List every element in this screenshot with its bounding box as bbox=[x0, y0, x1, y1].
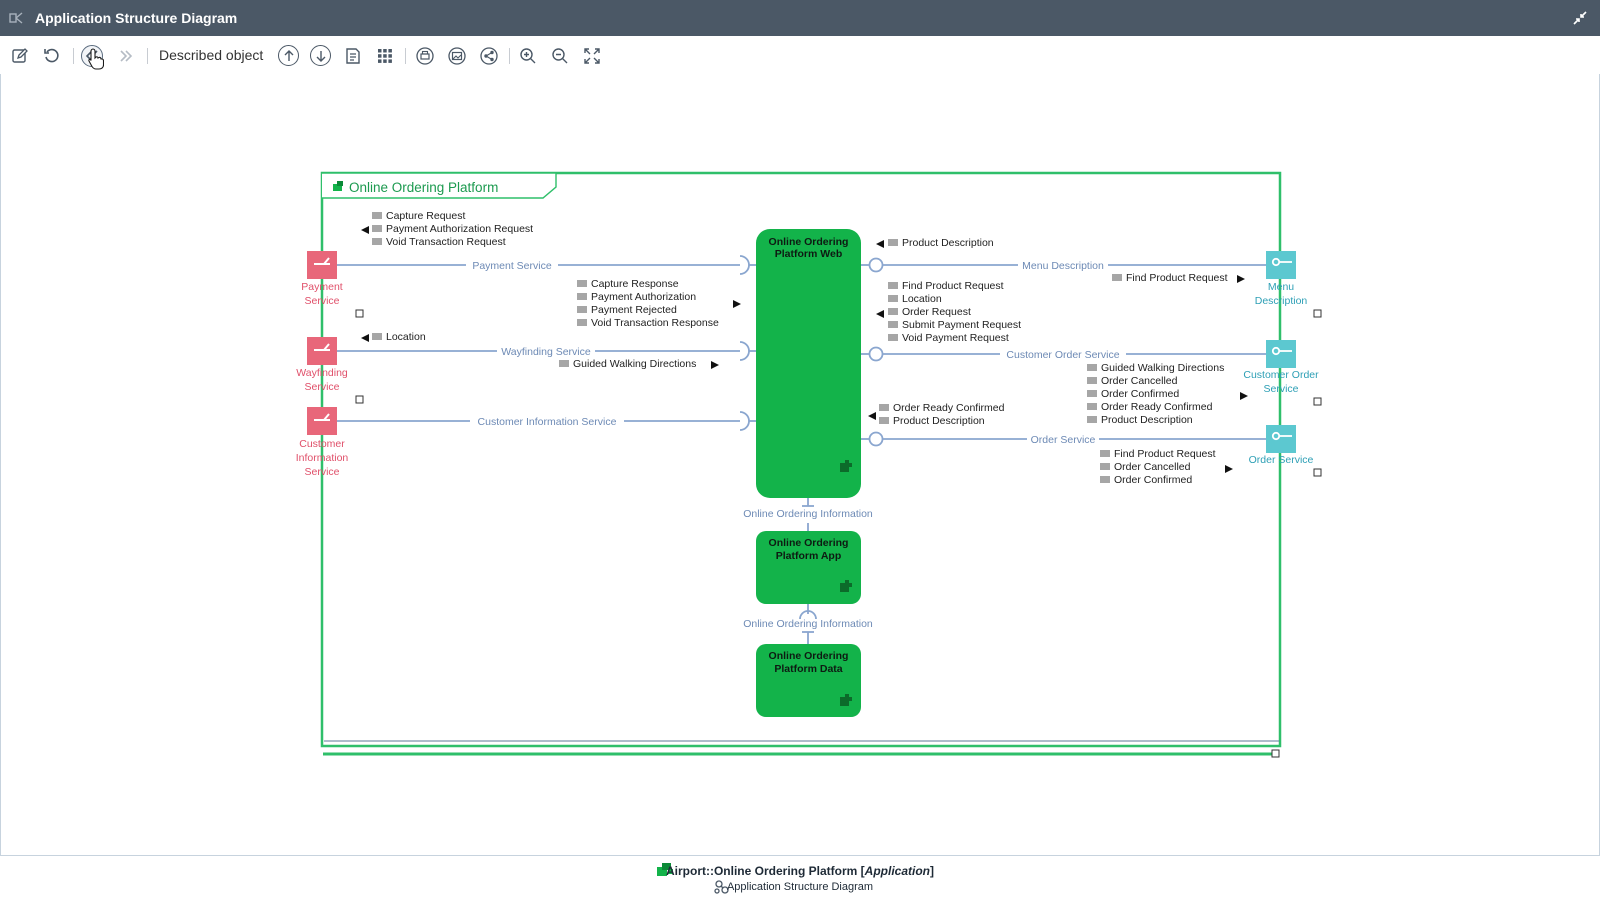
message-label[interactable]: Order Confirmed bbox=[1114, 474, 1192, 486]
message-icon bbox=[577, 293, 587, 300]
message-icon bbox=[888, 282, 898, 289]
message-label[interactable]: Product Description bbox=[893, 415, 985, 427]
message-icon bbox=[888, 308, 898, 315]
component-web-name: Platform Web bbox=[775, 248, 842, 260]
connector-label: Payment Service bbox=[472, 260, 552, 272]
message-icon bbox=[577, 319, 587, 326]
port-label: Service bbox=[1263, 383, 1298, 395]
context-path-text: Airport::Online Ordering Platform [ bbox=[665, 864, 865, 878]
expand-handle-icon[interactable] bbox=[355, 309, 364, 318]
message-icon bbox=[372, 333, 382, 340]
component-app[interactable]: Online Ordering Platform App bbox=[756, 531, 861, 604]
container-title: Online Ordering Platform bbox=[349, 180, 498, 195]
component-web[interactable]: Online Ordering Platform Web bbox=[756, 229, 861, 498]
connector-label: Online Ordering Information bbox=[743, 508, 873, 520]
message-icon bbox=[1087, 416, 1097, 423]
port-label: Payment bbox=[301, 281, 343, 293]
message-icon bbox=[1087, 403, 1097, 410]
port-label: Description bbox=[1255, 295, 1308, 307]
message-icon bbox=[1087, 390, 1097, 397]
message-icon bbox=[888, 295, 898, 302]
message-icon bbox=[372, 212, 382, 219]
port-label: Customer Order bbox=[1243, 369, 1319, 381]
expand-handle-icon[interactable] bbox=[1313, 309, 1322, 318]
port-label: Customer bbox=[299, 438, 345, 450]
message-label[interactable]: Order Request bbox=[902, 306, 971, 318]
connector-label: Order Service bbox=[1031, 434, 1096, 446]
message-label[interactable]: Location bbox=[902, 293, 942, 305]
message-icon bbox=[1100, 476, 1110, 483]
message-label[interactable]: Order Cancelled bbox=[1101, 375, 1178, 387]
port-label: Information bbox=[296, 452, 349, 464]
component-app-name: Online Ordering bbox=[769, 537, 849, 549]
resize-handle-icon[interactable] bbox=[1271, 749, 1280, 758]
port-label: Service bbox=[304, 295, 339, 307]
message-label[interactable]: Void Payment Request bbox=[902, 332, 1009, 344]
connector-label: Customer Order Service bbox=[1006, 349, 1119, 361]
message-label[interactable]: Product Description bbox=[1101, 414, 1193, 426]
message-label[interactable]: Order Ready Confirmed bbox=[893, 402, 1005, 414]
message-icon bbox=[888, 321, 898, 328]
message-icon bbox=[1087, 364, 1097, 371]
port-label: Wayfinding bbox=[296, 367, 348, 379]
status-footer: Airport::Online Ordering Platform [Appli… bbox=[0, 855, 1600, 901]
message-label[interactable]: Void Transaction Response bbox=[591, 317, 719, 329]
context-path[interactable]: Airport::Online Ordering Platform [Appli… bbox=[0, 864, 1600, 878]
message-label[interactable]: Order Ready Confirmed bbox=[1101, 401, 1213, 413]
message-label[interactable]: Order Confirmed bbox=[1101, 388, 1179, 400]
message-icon bbox=[1100, 463, 1110, 470]
context-type: Application bbox=[864, 864, 930, 878]
component-data[interactable]: Online Ordering Platform Data bbox=[756, 644, 861, 717]
component-data-name: Platform Data bbox=[774, 663, 842, 675]
message-icon bbox=[577, 306, 587, 313]
connector-label: Customer Information Service bbox=[478, 416, 617, 428]
message-icon bbox=[372, 225, 382, 232]
message-label[interactable]: Payment Rejected bbox=[591, 304, 677, 316]
port-label: Service bbox=[304, 381, 339, 393]
message-label[interactable]: Capture Response bbox=[591, 278, 679, 290]
message-label[interactable]: Submit Payment Request bbox=[902, 319, 1021, 331]
message-icon bbox=[1100, 450, 1110, 457]
component-web-name: Online Ordering bbox=[769, 236, 849, 248]
message-label[interactable]: Location bbox=[386, 331, 426, 343]
context-close: ] bbox=[930, 864, 934, 878]
expand-handle-icon[interactable] bbox=[1313, 397, 1322, 406]
message-icon bbox=[577, 280, 587, 287]
port-label: Order Service bbox=[1249, 454, 1314, 466]
message-label[interactable]: Find Product Request bbox=[1126, 272, 1228, 284]
component-data-name: Online Ordering bbox=[769, 650, 849, 662]
message-icon bbox=[888, 334, 898, 341]
connector-label: Online Ordering Information bbox=[743, 618, 873, 630]
port-label: Service bbox=[304, 466, 339, 478]
expand-handle-icon[interactable] bbox=[1313, 468, 1322, 477]
diagram-canvas: Online Ordering Platform Online Ordering… bbox=[296, 171, 1322, 758]
connector-label: Wayfinding Service bbox=[501, 346, 591, 358]
message-icon bbox=[888, 239, 898, 246]
message-label[interactable]: Payment Authorization Request bbox=[386, 223, 533, 235]
message-icon bbox=[1112, 274, 1122, 281]
message-icon bbox=[879, 417, 889, 424]
message-label[interactable]: Payment Authorization bbox=[591, 291, 696, 303]
message-label[interactable]: Order Cancelled bbox=[1114, 461, 1191, 473]
message-icon bbox=[559, 360, 569, 367]
message-label[interactable]: Find Product Request bbox=[1114, 448, 1216, 460]
message-icon bbox=[879, 404, 889, 411]
message-label[interactable]: Find Product Request bbox=[902, 280, 1004, 292]
expand-handle-icon[interactable] bbox=[355, 395, 364, 404]
message-label[interactable]: Void Transaction Request bbox=[386, 236, 506, 248]
message-icon bbox=[372, 238, 382, 245]
message-label[interactable]: Product Description bbox=[902, 237, 994, 249]
message-label[interactable]: Capture Request bbox=[386, 210, 465, 222]
port-payment-service[interactable]: Payment Service bbox=[301, 251, 343, 307]
message-icon bbox=[1087, 377, 1097, 384]
message-label[interactable]: Guided Walking Directions bbox=[1101, 362, 1224, 374]
diagram-type-label: Application Structure Diagram bbox=[726, 881, 874, 893]
port-label: Menu bbox=[1268, 281, 1294, 293]
message-label[interactable]: Guided Walking Directions bbox=[573, 358, 696, 370]
connector-label: Menu Description bbox=[1022, 260, 1104, 272]
component-app-name: Platform App bbox=[776, 550, 842, 562]
